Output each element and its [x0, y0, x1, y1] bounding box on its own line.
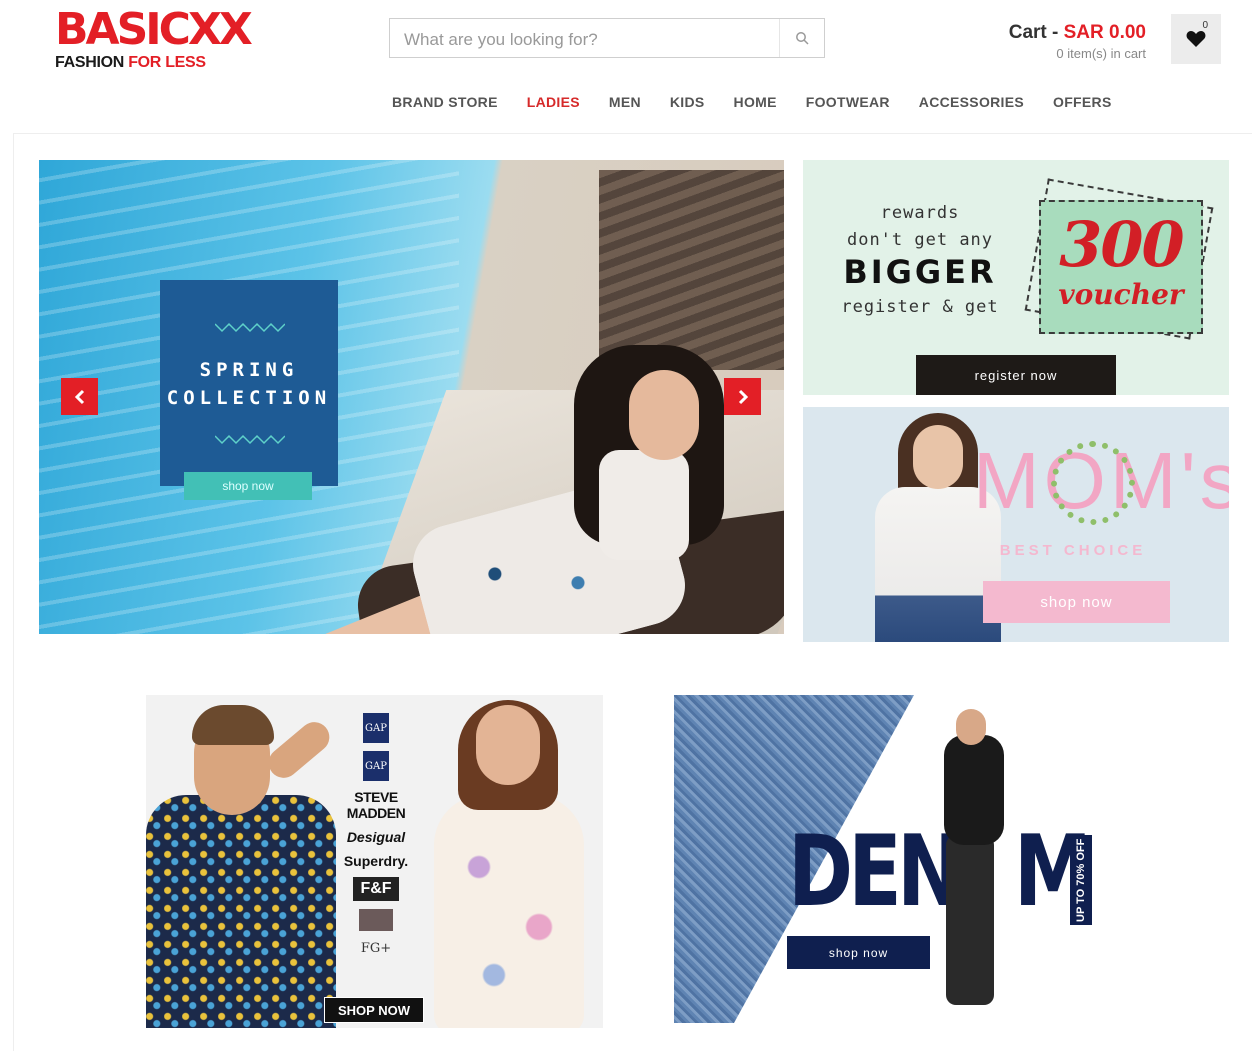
brand-logo-list: GAP GAP STEVE MADDEN Desigual Superdry. …: [326, 713, 426, 956]
search-input[interactable]: [402, 28, 776, 52]
hero-slider[interactable]: SPRING COLLECTION shop now: [39, 160, 784, 634]
flower-wreath-icon: [1051, 441, 1135, 525]
cart-total: Cart - SAR 0.00: [1009, 22, 1146, 44]
nav-home[interactable]: HOME: [734, 94, 777, 110]
wishlist-button[interactable]: 0: [1171, 14, 1221, 64]
male-model-hair: [192, 705, 274, 745]
ff-logo: F&F: [353, 877, 399, 901]
denim-model-head: [956, 709, 986, 745]
wave-decoration-icon: [215, 434, 285, 445]
denim-title: DEN M: [788, 823, 1092, 921]
denim-banner[interactable]: DEN M UP TO 70% OFF shop now: [674, 695, 1111, 1023]
logo-wordmark: BASICXX: [55, 4, 253, 55]
register-now-button[interactable]: register now: [916, 355, 1116, 395]
model-torso: [599, 450, 689, 560]
denim-model-top: [944, 735, 1004, 845]
search-button[interactable]: [779, 19, 824, 57]
voucher-card: 300 voucher: [1039, 200, 1203, 334]
main-nav: BRAND STORE LADIES MEN KIDS HOME FOOTWEA…: [392, 94, 1141, 110]
fg-logo: FG+: [360, 941, 392, 956]
rewards-banner[interactable]: rewards don't get any BIGGER register & …: [803, 160, 1229, 395]
chevron-left-icon: [74, 389, 84, 404]
slider-next-button[interactable]: [724, 378, 761, 415]
gap-logo: GAP: [363, 713, 389, 743]
nav-accessories[interactable]: ACCESSORIES: [919, 94, 1024, 110]
spring-collection-card: SPRING COLLECTION: [160, 280, 338, 486]
logo-tagline: FASHION FOR LESS: [55, 54, 206, 72]
brand-badge-logo: [359, 909, 393, 931]
voucher-amount: 300: [1059, 208, 1184, 281]
cart-summary[interactable]: Cart - SAR 0.00 0 item(s) in cart: [1009, 22, 1146, 61]
moms-shop-now-button[interactable]: shop now: [983, 581, 1170, 623]
spring-collection-title: SPRING COLLECTION: [160, 356, 338, 412]
slider-prev-button[interactable]: [61, 378, 98, 415]
hero-title-line1: SPRING: [199, 359, 299, 381]
nav-brand-store[interactable]: BRAND STORE: [392, 94, 498, 110]
denim-shop-now-button[interactable]: shop now: [787, 936, 930, 969]
cart-item-count: 0 item(s) in cart: [1056, 46, 1146, 61]
gap-kids-logo: GAP: [363, 751, 389, 781]
moms-banner[interactable]: MOM's BEST CHOICE shop now: [803, 407, 1229, 642]
search-icon: [796, 32, 809, 45]
desigual-logo: Desigual: [346, 829, 406, 845]
mom-model-face: [913, 425, 963, 489]
nav-men[interactable]: MEN: [609, 94, 641, 110]
nav-kids[interactable]: KIDS: [670, 94, 705, 110]
denim-title-left: DEN: [788, 815, 963, 929]
wave-decoration-icon: [215, 322, 285, 333]
model-face: [629, 370, 699, 460]
male-model-arm: [262, 716, 336, 784]
rewards-line-3: BIGGER: [843, 253, 997, 291]
denim-model-legs: [946, 835, 994, 1005]
wishlist-count: 0: [1202, 20, 1208, 31]
nav-offers[interactable]: OFFERS: [1053, 94, 1112, 110]
logo-tagline-black: FASHION: [55, 54, 125, 71]
steve-madden-logo: STEVE MADDEN: [346, 789, 406, 821]
nav-ladies[interactable]: LADIES: [527, 94, 580, 110]
female-model-face: [476, 705, 540, 785]
cart-amount: SAR 0.00: [1063, 22, 1146, 43]
logo[interactable]: BASICXX FASHION FOR LESS: [55, 4, 285, 80]
loungers: [599, 170, 784, 370]
rewards-line-1: rewards: [880, 203, 960, 223]
hero-shop-now-button[interactable]: shop now: [184, 472, 312, 500]
voucher-word: voucher: [1058, 278, 1184, 311]
brands-shop-now-button[interactable]: SHOP NOW: [324, 997, 424, 1023]
moms-subtitle: BEST CHOICE: [999, 542, 1147, 559]
superdry-logo: Superdry.: [343, 853, 409, 869]
cart-label: Cart -: [1008, 22, 1064, 43]
logo-tagline-red: FOR LESS: [128, 54, 206, 71]
heart-icon: [1186, 31, 1206, 47]
brands-banner[interactable]: GAP GAP STEVE MADDEN Desigual Superdry. …: [146, 695, 603, 1028]
search-bar: [389, 18, 825, 58]
rewards-line-2: don't get any: [846, 230, 994, 250]
male-model-shirt: [146, 795, 336, 1028]
nav-footwear[interactable]: FOOTWEAR: [806, 94, 890, 110]
rewards-line-4: register & get: [841, 297, 999, 317]
female-model-dress: [434, 795, 584, 1028]
denim-discount-tag: UP TO 70% OFF: [1070, 835, 1092, 925]
hero-title-line2: COLLECTION: [166, 387, 332, 409]
chevron-right-icon: [738, 389, 748, 404]
